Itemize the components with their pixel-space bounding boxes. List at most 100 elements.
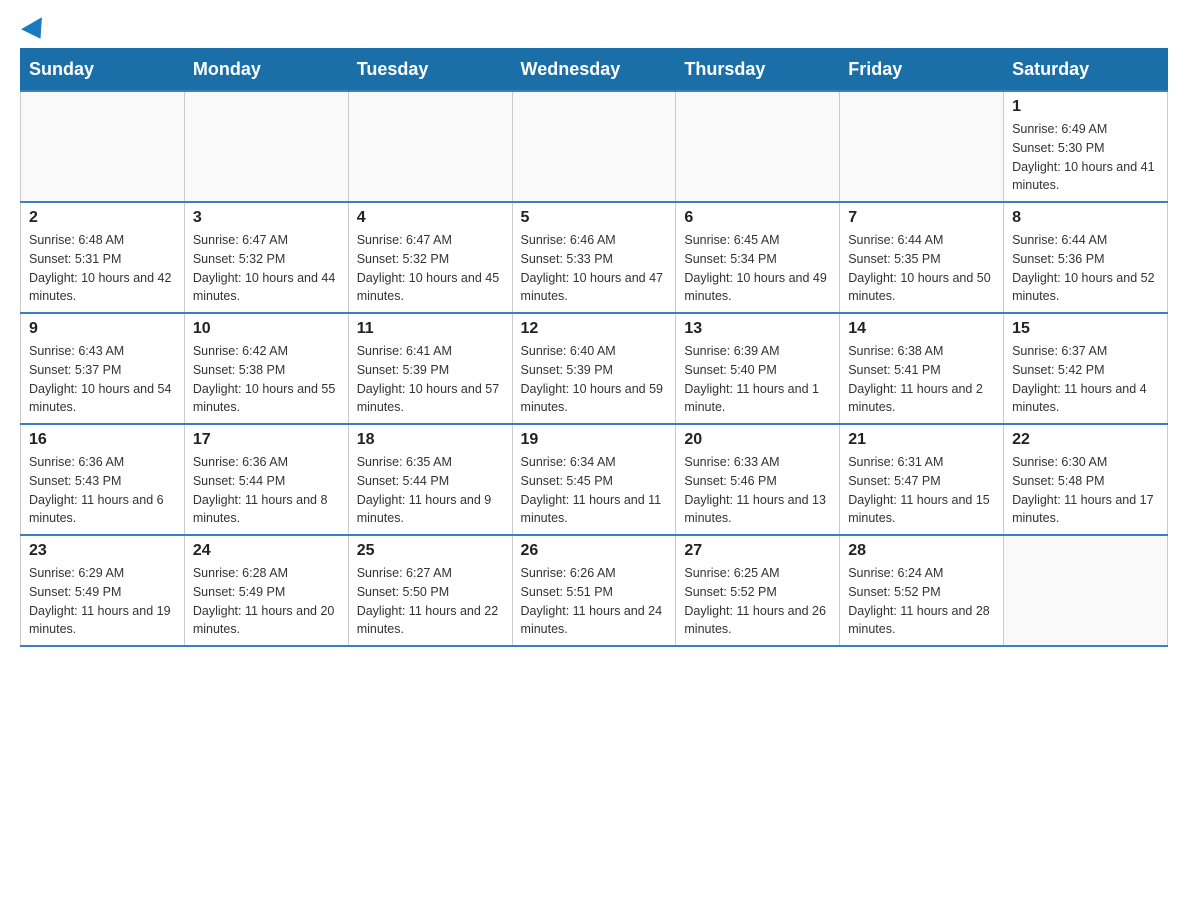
day-info: Sunrise: 6:35 AM Sunset: 5:44 PM Dayligh…	[357, 453, 504, 528]
day-info: Sunrise: 6:25 AM Sunset: 5:52 PM Dayligh…	[684, 564, 831, 639]
calendar-cell: 15 Sunrise: 6:37 AM Sunset: 5:42 PM Dayli…	[1004, 313, 1168, 424]
calendar-week-row: 9 Sunrise: 6:43 AM Sunset: 5:37 PM Daylig…	[21, 313, 1168, 424]
calendar-cell: 16Sunrise: 6:36 AM Sunset: 5:43 PM Dayli…	[21, 424, 185, 535]
day-number: 15	[1012, 320, 1159, 338]
weekday-header-sunday: Sunday	[21, 49, 185, 92]
day-number: 13	[684, 320, 831, 338]
calendar-cell: 13 Sunrise: 6:39 AM Sunset: 5:40 PM Dayli…	[676, 313, 840, 424]
day-number: 6	[684, 209, 831, 227]
day-info: Sunrise: 6:46 AM Sunset: 5:33 PM Dayligh…	[521, 231, 668, 306]
day-number: 7	[848, 209, 995, 227]
day-number: 8	[1012, 209, 1159, 227]
day-number: 17	[193, 431, 340, 449]
day-info: Sunrise: 6:37 AM Sunset: 5:42 PM Dayligh…	[1012, 342, 1159, 417]
day-info: Sunrise: 6:47 AM Sunset: 5:32 PM Dayligh…	[193, 231, 340, 306]
calendar-cell: 20 Sunrise: 6:33 AM Sunset: 5:46 PM Dayli…	[676, 424, 840, 535]
day-info: Sunrise: 6:44 AM Sunset: 5:35 PM Dayligh…	[848, 231, 995, 306]
day-info: Sunrise: 6:44 AM Sunset: 5:36 PM Dayligh…	[1012, 231, 1159, 306]
day-info: Sunrise: 6:36 AM Sunset: 5:43 PM Dayligh…	[29, 453, 176, 528]
weekday-header-friday: Friday	[840, 49, 1004, 92]
calendar-week-row: 1 Sunrise: 6:49 AM Sunset: 5:30 PM Daylig…	[21, 91, 1168, 202]
day-number: 9	[29, 320, 176, 338]
day-number: 11	[357, 320, 504, 338]
day-number: 23	[29, 542, 176, 560]
day-info: Sunrise: 6:39 AM Sunset: 5:40 PM Dayligh…	[684, 342, 831, 417]
weekday-header-thursday: Thursday	[676, 49, 840, 92]
calendar-cell: 1 Sunrise: 6:49 AM Sunset: 5:30 PM Daylig…	[1004, 91, 1168, 202]
day-info: Sunrise: 6:49 AM Sunset: 5:30 PM Dayligh…	[1012, 120, 1159, 195]
day-info: Sunrise: 6:48 AM Sunset: 5:31 PM Dayligh…	[29, 231, 176, 306]
day-number: 26	[521, 542, 668, 560]
day-info: Sunrise: 6:42 AM Sunset: 5:38 PM Dayligh…	[193, 342, 340, 417]
calendar-cell: 9 Sunrise: 6:43 AM Sunset: 5:37 PM Daylig…	[21, 313, 185, 424]
calendar-table: SundayMondayTuesdayWednesdayThursdayFrid…	[20, 48, 1168, 647]
weekday-header-saturday: Saturday	[1004, 49, 1168, 92]
calendar-cell: 18 Sunrise: 6:35 AM Sunset: 5:44 PM Dayli…	[348, 424, 512, 535]
calendar-cell: 3 Sunrise: 6:47 AM Sunset: 5:32 PM Daylig…	[184, 202, 348, 313]
day-info: Sunrise: 6:43 AM Sunset: 5:37 PM Dayligh…	[29, 342, 176, 417]
day-info: Sunrise: 6:30 AM Sunset: 5:48 PM Dayligh…	[1012, 453, 1159, 528]
calendar-cell: 27 Sunrise: 6:25 AM Sunset: 5:52 PM Dayli…	[676, 535, 840, 646]
page-header	[20, 20, 1168, 38]
weekday-header-wednesday: Wednesday	[512, 49, 676, 92]
day-number: 10	[193, 320, 340, 338]
calendar-cell: 4 Sunrise: 6:47 AM Sunset: 5:32 PM Daylig…	[348, 202, 512, 313]
day-info: Sunrise: 6:27 AM Sunset: 5:50 PM Dayligh…	[357, 564, 504, 639]
day-info: Sunrise: 6:40 AM Sunset: 5:39 PM Dayligh…	[521, 342, 668, 417]
calendar-cell: 19 Sunrise: 6:34 AM Sunset: 5:45 PM Dayli…	[512, 424, 676, 535]
calendar-cell: 25 Sunrise: 6:27 AM Sunset: 5:50 PM Dayli…	[348, 535, 512, 646]
calendar-cell: 26 Sunrise: 6:26 AM Sunset: 5:51 PM Dayli…	[512, 535, 676, 646]
day-number: 12	[521, 320, 668, 338]
day-info: Sunrise: 6:47 AM Sunset: 5:32 PM Dayligh…	[357, 231, 504, 306]
logo-blue-text	[20, 20, 48, 38]
calendar-cell: 24 Sunrise: 6:28 AM Sunset: 5:49 PM Dayli…	[184, 535, 348, 646]
day-number: 24	[193, 542, 340, 560]
calendar-cell: 8 Sunrise: 6:44 AM Sunset: 5:36 PM Daylig…	[1004, 202, 1168, 313]
calendar-cell: 6 Sunrise: 6:45 AM Sunset: 5:34 PM Daylig…	[676, 202, 840, 313]
calendar-cell	[348, 91, 512, 202]
day-number: 25	[357, 542, 504, 560]
calendar-week-row: 2 Sunrise: 6:48 AM Sunset: 5:31 PM Daylig…	[21, 202, 1168, 313]
day-info: Sunrise: 6:26 AM Sunset: 5:51 PM Dayligh…	[521, 564, 668, 639]
day-info: Sunrise: 6:34 AM Sunset: 5:45 PM Dayligh…	[521, 453, 668, 528]
day-number: 20	[684, 431, 831, 449]
calendar-cell	[21, 91, 185, 202]
day-info: Sunrise: 6:28 AM Sunset: 5:49 PM Dayligh…	[193, 564, 340, 639]
day-number: 1	[1012, 98, 1159, 116]
calendar-cell	[840, 91, 1004, 202]
day-number: 28	[848, 542, 995, 560]
calendar-cell: 2 Sunrise: 6:48 AM Sunset: 5:31 PM Daylig…	[21, 202, 185, 313]
day-info: Sunrise: 6:41 AM Sunset: 5:39 PM Dayligh…	[357, 342, 504, 417]
day-number: 2	[29, 209, 176, 227]
calendar-cell	[1004, 535, 1168, 646]
calendar-header-row: SundayMondayTuesdayWednesdayThursdayFrid…	[21, 49, 1168, 92]
day-info: Sunrise: 6:31 AM Sunset: 5:47 PM Dayligh…	[848, 453, 995, 528]
calendar-cell: 11 Sunrise: 6:41 AM Sunset: 5:39 PM Dayli…	[348, 313, 512, 424]
calendar-cell: 23 Sunrise: 6:29 AM Sunset: 5:49 PM Dayli…	[21, 535, 185, 646]
calendar-cell: 12 Sunrise: 6:40 AM Sunset: 5:39 PM Dayli…	[512, 313, 676, 424]
day-info: Sunrise: 6:38 AM Sunset: 5:41 PM Dayligh…	[848, 342, 995, 417]
day-number: 5	[521, 209, 668, 227]
calendar-cell	[676, 91, 840, 202]
day-number: 4	[357, 209, 504, 227]
day-info: Sunrise: 6:45 AM Sunset: 5:34 PM Dayligh…	[684, 231, 831, 306]
day-number: 3	[193, 209, 340, 227]
logo	[20, 20, 48, 38]
day-info: Sunrise: 6:33 AM Sunset: 5:46 PM Dayligh…	[684, 453, 831, 528]
calendar-cell	[512, 91, 676, 202]
logo-triangle-icon	[21, 17, 51, 45]
day-number: 22	[1012, 431, 1159, 449]
calendar-cell: 22 Sunrise: 6:30 AM Sunset: 5:48 PM Dayli…	[1004, 424, 1168, 535]
calendar-cell: 10 Sunrise: 6:42 AM Sunset: 5:38 PM Dayli…	[184, 313, 348, 424]
calendar-cell: 14Sunrise: 6:38 AM Sunset: 5:41 PM Dayli…	[840, 313, 1004, 424]
weekday-header-tuesday: Tuesday	[348, 49, 512, 92]
calendar-week-row: 16Sunrise: 6:36 AM Sunset: 5:43 PM Dayli…	[21, 424, 1168, 535]
day-number: 18	[357, 431, 504, 449]
calendar-cell: 21 Sunrise: 6:31 AM Sunset: 5:47 PM Dayli…	[840, 424, 1004, 535]
day-info: Sunrise: 6:36 AM Sunset: 5:44 PM Dayligh…	[193, 453, 340, 528]
day-number: 27	[684, 542, 831, 560]
day-info: Sunrise: 6:29 AM Sunset: 5:49 PM Dayligh…	[29, 564, 176, 639]
day-number: 19	[521, 431, 668, 449]
day-number: 21	[848, 431, 995, 449]
day-info: Sunrise: 6:24 AM Sunset: 5:52 PM Dayligh…	[848, 564, 995, 639]
